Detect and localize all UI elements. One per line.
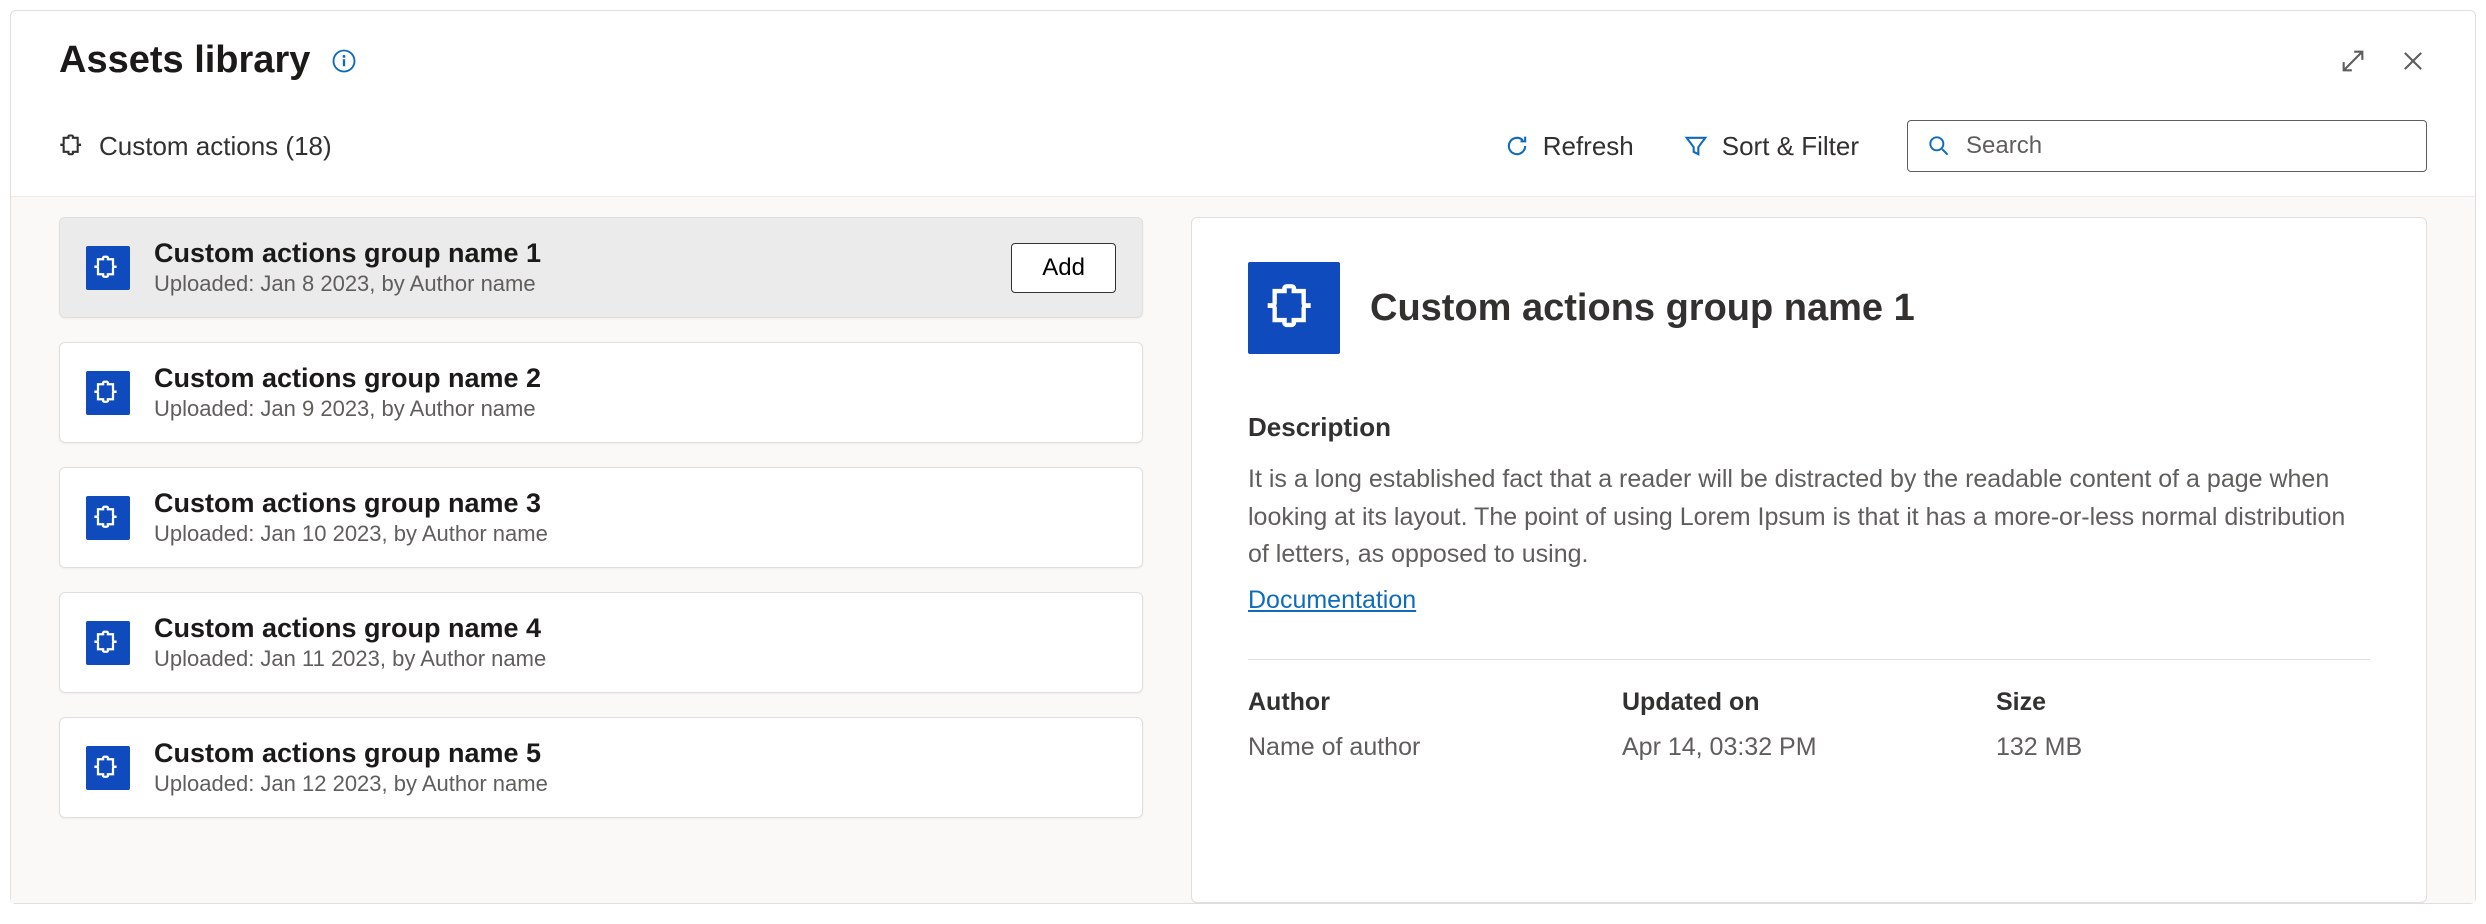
description-label: Description: [1248, 412, 2370, 443]
add-button[interactable]: Add: [1011, 243, 1116, 293]
sort-filter-label: Sort & Filter: [1722, 131, 1859, 162]
search-box[interactable]: [1907, 120, 2427, 172]
content-area: Custom actions group name 1Uploaded: Jan…: [11, 197, 2475, 903]
size-label: Size: [1996, 688, 2370, 717]
sort-filter-button[interactable]: Sort & Filter: [1682, 131, 1859, 162]
list-item[interactable]: Custom actions group name 1Uploaded: Jan…: [59, 217, 1143, 318]
item-title: Custom actions group name 2: [154, 363, 1116, 394]
item-subtitle: Uploaded: Jan 8 2023, by Author name: [154, 271, 987, 297]
subtitle: Custom actions (18): [99, 131, 332, 162]
toolbar: Custom actions (18) Refresh Sort & Filte…: [11, 82, 2475, 197]
close-icon[interactable]: [2399, 47, 2427, 75]
item-subtitle: Uploaded: Jan 12 2023, by Author name: [154, 771, 1116, 797]
refresh-icon: [1503, 132, 1531, 160]
search-icon: [1926, 133, 1952, 159]
puzzle-icon: [86, 496, 130, 540]
item-title: Custom actions group name 4: [154, 613, 1116, 644]
panel-header: Assets library: [11, 11, 2475, 82]
item-title: Custom actions group name 1: [154, 238, 987, 269]
divider: [1248, 659, 2370, 660]
author-value: Name of author: [1248, 733, 1622, 762]
page-title: Assets library: [59, 39, 310, 82]
puzzle-icon: [86, 621, 130, 665]
item-list: Custom actions group name 1Uploaded: Jan…: [11, 197, 1173, 903]
list-item[interactable]: Custom actions group name 3Uploaded: Jan…: [59, 467, 1143, 568]
expand-icon[interactable]: [2339, 47, 2367, 75]
search-input[interactable]: [1966, 132, 2408, 160]
item-subtitle: Uploaded: Jan 9 2023, by Author name: [154, 396, 1116, 422]
list-item[interactable]: Custom actions group name 2Uploaded: Jan…: [59, 342, 1143, 443]
documentation-link[interactable]: Documentation: [1248, 586, 1416, 614]
detail-pane: Custom actions group name 1 Description …: [1191, 217, 2427, 903]
puzzle-icon: [86, 371, 130, 415]
detail-puzzle-icon: [1248, 262, 1340, 354]
puzzle-icon: [86, 746, 130, 790]
item-subtitle: Uploaded: Jan 11 2023, by Author name: [154, 646, 1116, 672]
list-item[interactable]: Custom actions group name 5Uploaded: Jan…: [59, 717, 1143, 818]
updated-label: Updated on: [1622, 688, 1996, 717]
author-label: Author: [1248, 688, 1622, 717]
assets-library-panel: Assets library Custom actions (18) Refre…: [10, 10, 2476, 904]
item-subtitle: Uploaded: Jan 10 2023, by Author name: [154, 521, 1116, 547]
size-value: 132 MB: [1996, 733, 2370, 762]
puzzle-icon: [86, 246, 130, 290]
item-title: Custom actions group name 5: [154, 738, 1116, 769]
list-item[interactable]: Custom actions group name 4Uploaded: Jan…: [59, 592, 1143, 693]
updated-value: Apr 14, 03:32 PM: [1622, 733, 1996, 762]
puzzle-icon: [59, 132, 87, 160]
description-text: It is a long established fact that a rea…: [1248, 461, 2370, 574]
item-title: Custom actions group name 3: [154, 488, 1116, 519]
filter-icon: [1682, 132, 1710, 160]
meta-row: Author Name of author Updated on Apr 14,…: [1248, 688, 2370, 762]
info-icon[interactable]: [330, 47, 358, 75]
refresh-button[interactable]: Refresh: [1503, 131, 1634, 162]
detail-title: Custom actions group name 1: [1370, 287, 1915, 330]
refresh-label: Refresh: [1543, 131, 1634, 162]
